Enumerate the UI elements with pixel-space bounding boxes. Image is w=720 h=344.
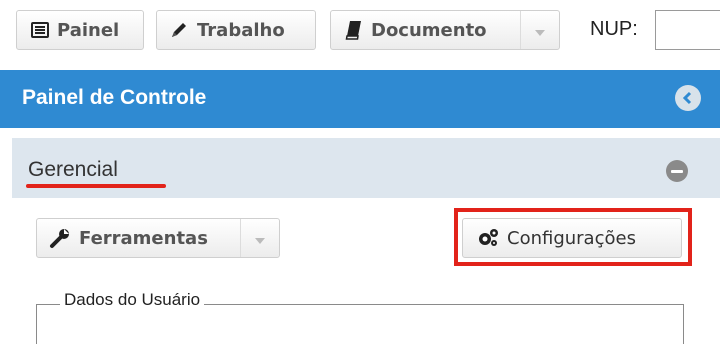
ferramentas-dropdown[interactable]: [240, 219, 279, 257]
documento-dropdown[interactable]: [520, 11, 559, 49]
book-icon: [345, 20, 363, 40]
painel-button[interactable]: Painel: [16, 10, 144, 50]
configuracoes-button[interactable]: Configurações: [462, 218, 682, 258]
wrench-icon: [49, 227, 71, 249]
trabalho-label: Trabalho: [197, 19, 285, 41]
documento-button[interactable]: Documento: [330, 10, 560, 50]
ferramentas-label: Ferramentas: [79, 227, 208, 249]
section-header-gerencial[interactable]: Gerencial: [12, 138, 720, 198]
nup-input[interactable]: [655, 10, 720, 50]
nup-label: NUP:: [590, 18, 638, 40]
section-underline: [26, 184, 166, 188]
ferramentas-button[interactable]: Ferramentas: [36, 218, 280, 258]
configuracoes-label: Configurações: [507, 227, 636, 249]
caret-down-icon: [535, 20, 545, 41]
documento-label: Documento: [371, 19, 487, 41]
panel-header: Painel de Controle: [0, 70, 720, 128]
chevron-left-circle-icon[interactable]: [675, 85, 701, 111]
panel-title: Painel de Controle: [22, 86, 207, 109]
gears-icon: [477, 228, 499, 248]
list-icon: [31, 22, 49, 38]
painel-label: Painel: [57, 19, 120, 41]
trabalho-button[interactable]: Trabalho: [156, 10, 316, 50]
minus-circle-icon[interactable]: [666, 160, 688, 182]
caret-down-icon: [255, 228, 265, 249]
dados-usuario-legend: Dados do Usuário: [60, 290, 205, 310]
top-toolbar: Painel Trabalho Documento NUP:: [0, 0, 720, 68]
dados-usuario-fieldset: [36, 304, 684, 344]
pencil-icon: [169, 20, 189, 40]
section-title: Gerencial: [28, 158, 118, 181]
